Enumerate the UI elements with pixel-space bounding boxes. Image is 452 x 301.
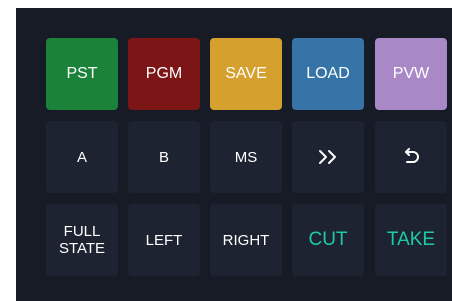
take-label: TAKE bbox=[386, 229, 436, 250]
b-button[interactable]: B bbox=[128, 121, 200, 193]
full-state-button[interactable]: FULL STATE bbox=[46, 204, 118, 276]
pst-button[interactable]: PST bbox=[46, 38, 118, 110]
save-label: SAVE bbox=[225, 65, 267, 82]
load-button[interactable]: LOAD bbox=[292, 38, 364, 110]
pgm-label: PGM bbox=[145, 65, 183, 82]
double-chevron-right-icon bbox=[318, 149, 338, 165]
take-button[interactable]: TAKE bbox=[375, 204, 447, 276]
left-button[interactable]: LEFT bbox=[128, 204, 200, 276]
cut-label: CUT bbox=[308, 229, 348, 250]
b-label: B bbox=[158, 148, 169, 166]
pgm-button[interactable]: PGM bbox=[128, 38, 200, 110]
a-label: A bbox=[76, 148, 87, 166]
left-label: LEFT bbox=[145, 231, 183, 249]
cut-button[interactable]: CUT bbox=[292, 204, 364, 276]
switcher-panel: PST PGM SAVE LOAD PVW A B MS FULL STATE … bbox=[16, 8, 452, 301]
save-button[interactable]: SAVE bbox=[210, 38, 282, 110]
ms-label: MS bbox=[234, 148, 258, 166]
pvw-button[interactable]: PVW bbox=[375, 38, 447, 110]
pst-label: PST bbox=[66, 65, 98, 82]
right-label: RIGHT bbox=[222, 231, 270, 249]
right-button[interactable]: RIGHT bbox=[210, 204, 282, 276]
full-state-label: FULL STATE bbox=[58, 223, 106, 257]
undo-button[interactable] bbox=[375, 121, 447, 193]
forward-button[interactable] bbox=[292, 121, 364, 193]
pvw-label: PVW bbox=[392, 65, 430, 82]
undo-arrow-icon bbox=[402, 148, 420, 166]
ms-button[interactable]: MS bbox=[210, 121, 282, 193]
load-label: LOAD bbox=[306, 65, 350, 82]
a-button[interactable]: A bbox=[46, 121, 118, 193]
